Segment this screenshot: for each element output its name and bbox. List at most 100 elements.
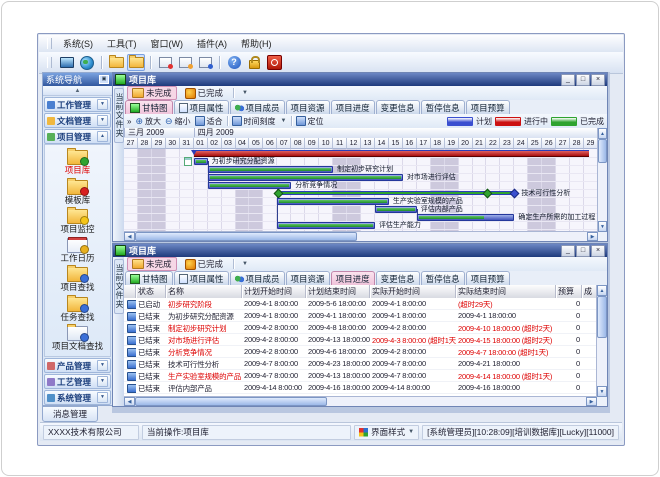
table-row[interactable]: 已结束评估内部产品2009-4-14 8:00:002009-4-16 18:0…: [124, 382, 597, 394]
mail-report-button[interactable]: [196, 54, 214, 71]
tab-项目资源[interactable]: 项目资源: [286, 100, 330, 114]
folder-button[interactable]: [107, 54, 125, 71]
gantt-tool-适合[interactable]: 适合: [195, 116, 223, 127]
sidebar-item-模板库[interactable]: 模板库: [45, 180, 110, 205]
tab-甘特图[interactable]: 甘特图: [125, 100, 173, 114]
scroll-up-icon[interactable]: ▲: [597, 285, 607, 296]
sidebar-item-项目监控[interactable]: 项目监控: [45, 209, 110, 234]
current-folder-tab[interactable]: 当前文件夹: [114, 259, 124, 314]
scroll-up-icon[interactable]: ▲: [598, 128, 607, 139]
chevron-down-icon[interactable]: ▼: [97, 392, 108, 403]
table-vertical-scrollbar[interactable]: ▲ ▼: [596, 285, 607, 397]
sidebar-group-文档管理[interactable]: 文档管理▼: [44, 113, 111, 128]
lock-button[interactable]: [245, 54, 263, 71]
scroll-thumb[interactable]: [135, 397, 327, 406]
column-header-名称[interactable]: 名称: [166, 285, 242, 298]
chevron-down-icon[interactable]: ▼: [97, 360, 108, 371]
gantt-tool-放大[interactable]: ⊕放大: [135, 116, 161, 127]
mail-new-button[interactable]: [156, 54, 174, 71]
filter-incomplete[interactable]: 未完成: [127, 257, 177, 271]
sidebar-item-项目文档查找[interactable]: 项目文档查找: [45, 326, 110, 351]
scroll-thumb[interactable]: [135, 232, 357, 241]
toolbar-overflow-icon[interactable]: »: [127, 117, 131, 126]
sidebar-group-系统管理[interactable]: 系统管理▼: [44, 390, 111, 405]
tab-项目进度[interactable]: 项目进度: [331, 271, 375, 285]
close-button[interactable]: ×: [591, 245, 605, 257]
tab-项目资源[interactable]: 项目资源: [286, 271, 330, 285]
column-header-实际开始时间[interactable]: 实际开始时间: [370, 285, 456, 298]
sidebar-item-项目查找[interactable]: 项目查找: [45, 267, 110, 292]
scroll-down-icon[interactable]: ▼: [598, 221, 607, 232]
tab-变更信息[interactable]: 变更信息: [376, 100, 420, 114]
menu-item-插件(A)[interactable]: 插件(A): [190, 35, 234, 52]
menu-item-窗口(W)[interactable]: 窗口(W): [144, 35, 191, 52]
scroll-left-icon[interactable]: ◀: [124, 232, 135, 241]
table-row[interactable]: 已结束对市场进行评估2009-4-2 8:00:002009-4-13 18:0…: [124, 334, 597, 346]
scroll-right-icon[interactable]: ▶: [586, 397, 597, 406]
sidebar-item-项目库[interactable]: 项目库: [45, 150, 110, 175]
globe-button[interactable]: [78, 54, 96, 71]
column-header-计划结束时间[interactable]: 计划结束时间: [306, 285, 370, 298]
table-horizontal-scrollbar[interactable]: ◀ ▶: [124, 396, 597, 406]
scroll-thumb[interactable]: [598, 139, 607, 163]
interface-style-button[interactable]: 界面样式 ▼: [354, 425, 419, 440]
sidebar-group-工艺管理[interactable]: 工艺管理▼: [44, 374, 111, 389]
gantt-vertical-scrollbar[interactable]: ▲ ▼: [597, 128, 607, 232]
tab-项目进度[interactable]: 项目进度: [331, 100, 375, 114]
tab-项目属性[interactable]: 项目属性: [174, 100, 229, 114]
sidebar-group-产品管理[interactable]: 产品管理▼: [44, 358, 111, 373]
tab-项目预算[interactable]: 项目预算: [466, 100, 510, 114]
chevron-up-icon[interactable]: ▲: [97, 131, 108, 142]
sidebar-item-任务查找[interactable]: 任务查找: [45, 297, 110, 322]
tab-暂停信息[interactable]: 暂停信息: [421, 271, 465, 285]
column-header-预算[interactable]: 预算: [556, 285, 582, 298]
tab-甘特图[interactable]: 甘特图: [125, 271, 173, 285]
monitor-button[interactable]: [58, 54, 76, 71]
gantt-tool-时间刻度[interactable]: 时间刻度▼: [232, 116, 287, 127]
toolbar-grip[interactable]: [47, 57, 52, 68]
column-header-计划开始时间[interactable]: 计划开始时间: [242, 285, 306, 298]
table-row[interactable]: 已结束分析竞争情况2009-4-2 8:00:002009-4-6 18:00:…: [124, 346, 597, 358]
filter-incomplete[interactable]: 未完成: [127, 86, 177, 100]
tab-项目成员[interactable]: 项目成员: [230, 271, 285, 285]
table-row[interactable]: 已结束制定初步研究计划2009-4-2 8:00:002009-4-8 18:0…: [124, 322, 597, 334]
current-folder-tab[interactable]: 当前文件夹: [114, 88, 124, 143]
menu-item-帮助(H)[interactable]: 帮助(H): [234, 35, 279, 52]
menu-item-系统(S)[interactable]: 系统(S): [56, 35, 100, 52]
menu-item-工具(T)[interactable]: 工具(T): [100, 35, 144, 52]
filter-completed[interactable]: 已完成: [180, 86, 229, 100]
minimize-button[interactable]: _: [561, 74, 575, 86]
table-row[interactable]: 已启动初步研究阶段2009-4-1 8:00:002009-5-6 18:00:…: [124, 298, 597, 310]
grid-panel-titlebar[interactable]: 项目库 _□×: [113, 244, 607, 257]
gantt-horizontal-scrollbar[interactable]: ◀ ▶: [124, 231, 598, 241]
sidebar-options-icon[interactable]: ▣: [99, 75, 109, 84]
column-header-状态[interactable]: 状态: [136, 285, 166, 298]
sidebar-group-项目管理[interactable]: 项目管理▲: [44, 129, 111, 144]
message-management-tab[interactable]: 消息管理: [42, 406, 98, 422]
gantt-panel-titlebar[interactable]: 项目库 _□×: [113, 73, 607, 86]
close-button[interactable]: ×: [591, 74, 605, 86]
table-row[interactable]: 已结束为初步研究分配资源2009-4-1 8:00:002009-4-1 18:…: [124, 310, 597, 322]
scroll-right-icon[interactable]: ▶: [587, 232, 598, 241]
tab-项目预算[interactable]: 项目预算: [466, 271, 510, 285]
sidebar-collapse-button[interactable]: ▲: [43, 86, 112, 96]
maximize-button[interactable]: □: [576, 74, 590, 86]
scroll-left-icon[interactable]: ◀: [124, 397, 135, 406]
column-header-成[interactable]: 成: [582, 285, 597, 298]
tab-变更信息[interactable]: 变更信息: [376, 271, 420, 285]
stop-button[interactable]: [265, 54, 283, 71]
sidebar-group-工作管理[interactable]: 工作管理▼: [44, 97, 111, 112]
gantt-tool-缩小[interactable]: ⊖缩小: [165, 116, 191, 127]
help-button[interactable]: ?: [225, 54, 243, 71]
tab-暂停信息[interactable]: 暂停信息: [421, 100, 465, 114]
filter-overflow-icon[interactable]: ▼: [239, 261, 251, 267]
menubar-grip[interactable]: [47, 38, 52, 49]
sidebar-item-工作日历[interactable]: 工作日历: [45, 238, 110, 263]
column-header-实际结束时间[interactable]: 实际结束时间: [456, 285, 556, 298]
gantt-tool-定位[interactable]: 定位: [296, 116, 324, 127]
maximize-button[interactable]: □: [576, 245, 590, 257]
chevron-down-icon[interactable]: ▼: [97, 115, 108, 126]
scroll-down-icon[interactable]: ▼: [597, 386, 607, 397]
folder-open-button[interactable]: [127, 54, 145, 71]
gantt-chart[interactable]: 为初步研究分配资源制定初步研究计划对市场进行评估分析竞争情况技术可行性分析生产实…: [124, 149, 598, 232]
